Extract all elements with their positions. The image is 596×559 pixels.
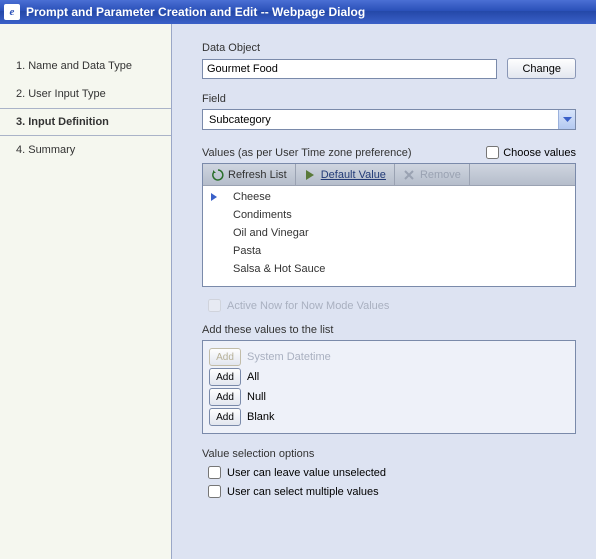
data-object-input[interactable]: [202, 59, 497, 79]
select-multiple-label: User can select multiple values: [227, 486, 379, 498]
refresh-list-button[interactable]: Refresh List: [203, 164, 296, 185]
add-blank-button[interactable]: Add: [209, 408, 241, 426]
chevron-down-icon: [558, 110, 575, 129]
play-icon: [304, 168, 317, 181]
remove-icon: [403, 168, 416, 181]
values-toolbar: Refresh List Default Value Remove: [203, 164, 575, 186]
step-user-input-type[interactable]: 2. User Input Type: [0, 80, 171, 108]
values-list: Cheese Condiments Oil and Vinegar Pasta …: [203, 186, 575, 286]
list-item-label: Condiments: [233, 209, 292, 221]
step-label: 1. Name and Data Type: [16, 60, 132, 72]
add-all-row: Add All: [209, 368, 569, 386]
choose-values-checkbox[interactable]: Choose values: [486, 146, 576, 159]
list-item-label: Salsa & Hot Sauce: [233, 263, 325, 275]
step-input-definition[interactable]: 3. Input Definition: [0, 108, 171, 136]
step-label: 3. Input Definition: [16, 116, 109, 128]
add-blank-row: Add Blank: [209, 408, 569, 426]
field-label: Field: [202, 93, 576, 105]
main-area: 1. Name and Data Type 2. User Input Type…: [0, 24, 596, 559]
list-item[interactable]: Cheese: [203, 188, 575, 206]
default-value-button[interactable]: Default Value: [296, 164, 395, 185]
add-null-row: Add Null: [209, 388, 569, 406]
list-item-label: Oil and Vinegar: [233, 227, 309, 239]
remove-label: Remove: [420, 169, 461, 181]
leave-unselected-input[interactable]: [208, 466, 221, 479]
wizard-steps-sidebar: 1. Name and Data Type 2. User Input Type…: [0, 24, 172, 559]
leave-unselected-checkbox[interactable]: User can leave value unselected: [208, 466, 576, 479]
value-selection-options-label: Value selection options: [202, 448, 576, 460]
list-item-label: Pasta: [233, 245, 261, 257]
add-system-datetime-row: Add System Datetime: [209, 348, 569, 366]
add-row-label: Blank: [247, 411, 275, 423]
add-values-box: Add System Datetime Add All Add Null Add…: [202, 340, 576, 434]
add-row-label: System Datetime: [247, 351, 331, 363]
leave-unselected-label: User can leave value unselected: [227, 467, 386, 479]
active-now-input: [208, 299, 221, 312]
add-row-label: Null: [247, 391, 266, 403]
add-null-button[interactable]: Add: [209, 388, 241, 406]
list-item[interactable]: Oil and Vinegar: [203, 224, 575, 242]
field-select-value: Subcategory: [203, 114, 558, 126]
refresh-list-label: Refresh List: [228, 169, 287, 181]
remove-button: Remove: [395, 164, 470, 185]
step-label: 4. Summary: [16, 144, 75, 156]
list-item[interactable]: Condiments: [203, 206, 575, 224]
active-now-checkbox: Active Now for Now Mode Values: [208, 299, 576, 312]
step-name-data-type[interactable]: 1. Name and Data Type: [0, 52, 171, 80]
select-multiple-checkbox[interactable]: User can select multiple values: [208, 485, 576, 498]
step-summary[interactable]: 4. Summary: [0, 136, 171, 164]
add-all-button[interactable]: Add: [209, 368, 241, 386]
values-label: Values (as per User Time zone preference…: [202, 147, 412, 159]
title-bar: e Prompt and Parameter Creation and Edit…: [0, 0, 596, 24]
refresh-icon: [211, 168, 224, 181]
active-now-label: Active Now for Now Mode Values: [227, 300, 389, 312]
choose-values-input[interactable]: [486, 146, 499, 159]
choose-values-label: Choose values: [503, 147, 576, 159]
step-label: 2. User Input Type: [16, 88, 106, 100]
values-list-box: Refresh List Default Value Remove Cheese: [202, 163, 576, 287]
default-value-label: Default Value: [321, 169, 386, 181]
ie-icon: e: [4, 4, 20, 20]
add-system-datetime-button: Add: [209, 348, 241, 366]
list-item[interactable]: Pasta: [203, 242, 575, 260]
add-row-label: All: [247, 371, 259, 383]
field-select[interactable]: Subcategory: [202, 109, 576, 130]
dialog-title: Prompt and Parameter Creation and Edit -…: [26, 5, 365, 19]
select-multiple-input[interactable]: [208, 485, 221, 498]
content-panel: Data Object Change Field Subcategory Val…: [172, 24, 596, 559]
change-button[interactable]: Change: [507, 58, 576, 79]
data-object-label: Data Object: [202, 42, 576, 54]
list-item-label: Cheese: [233, 191, 271, 203]
add-values-label: Add these values to the list: [202, 324, 576, 336]
list-item[interactable]: Salsa & Hot Sauce: [203, 260, 575, 278]
